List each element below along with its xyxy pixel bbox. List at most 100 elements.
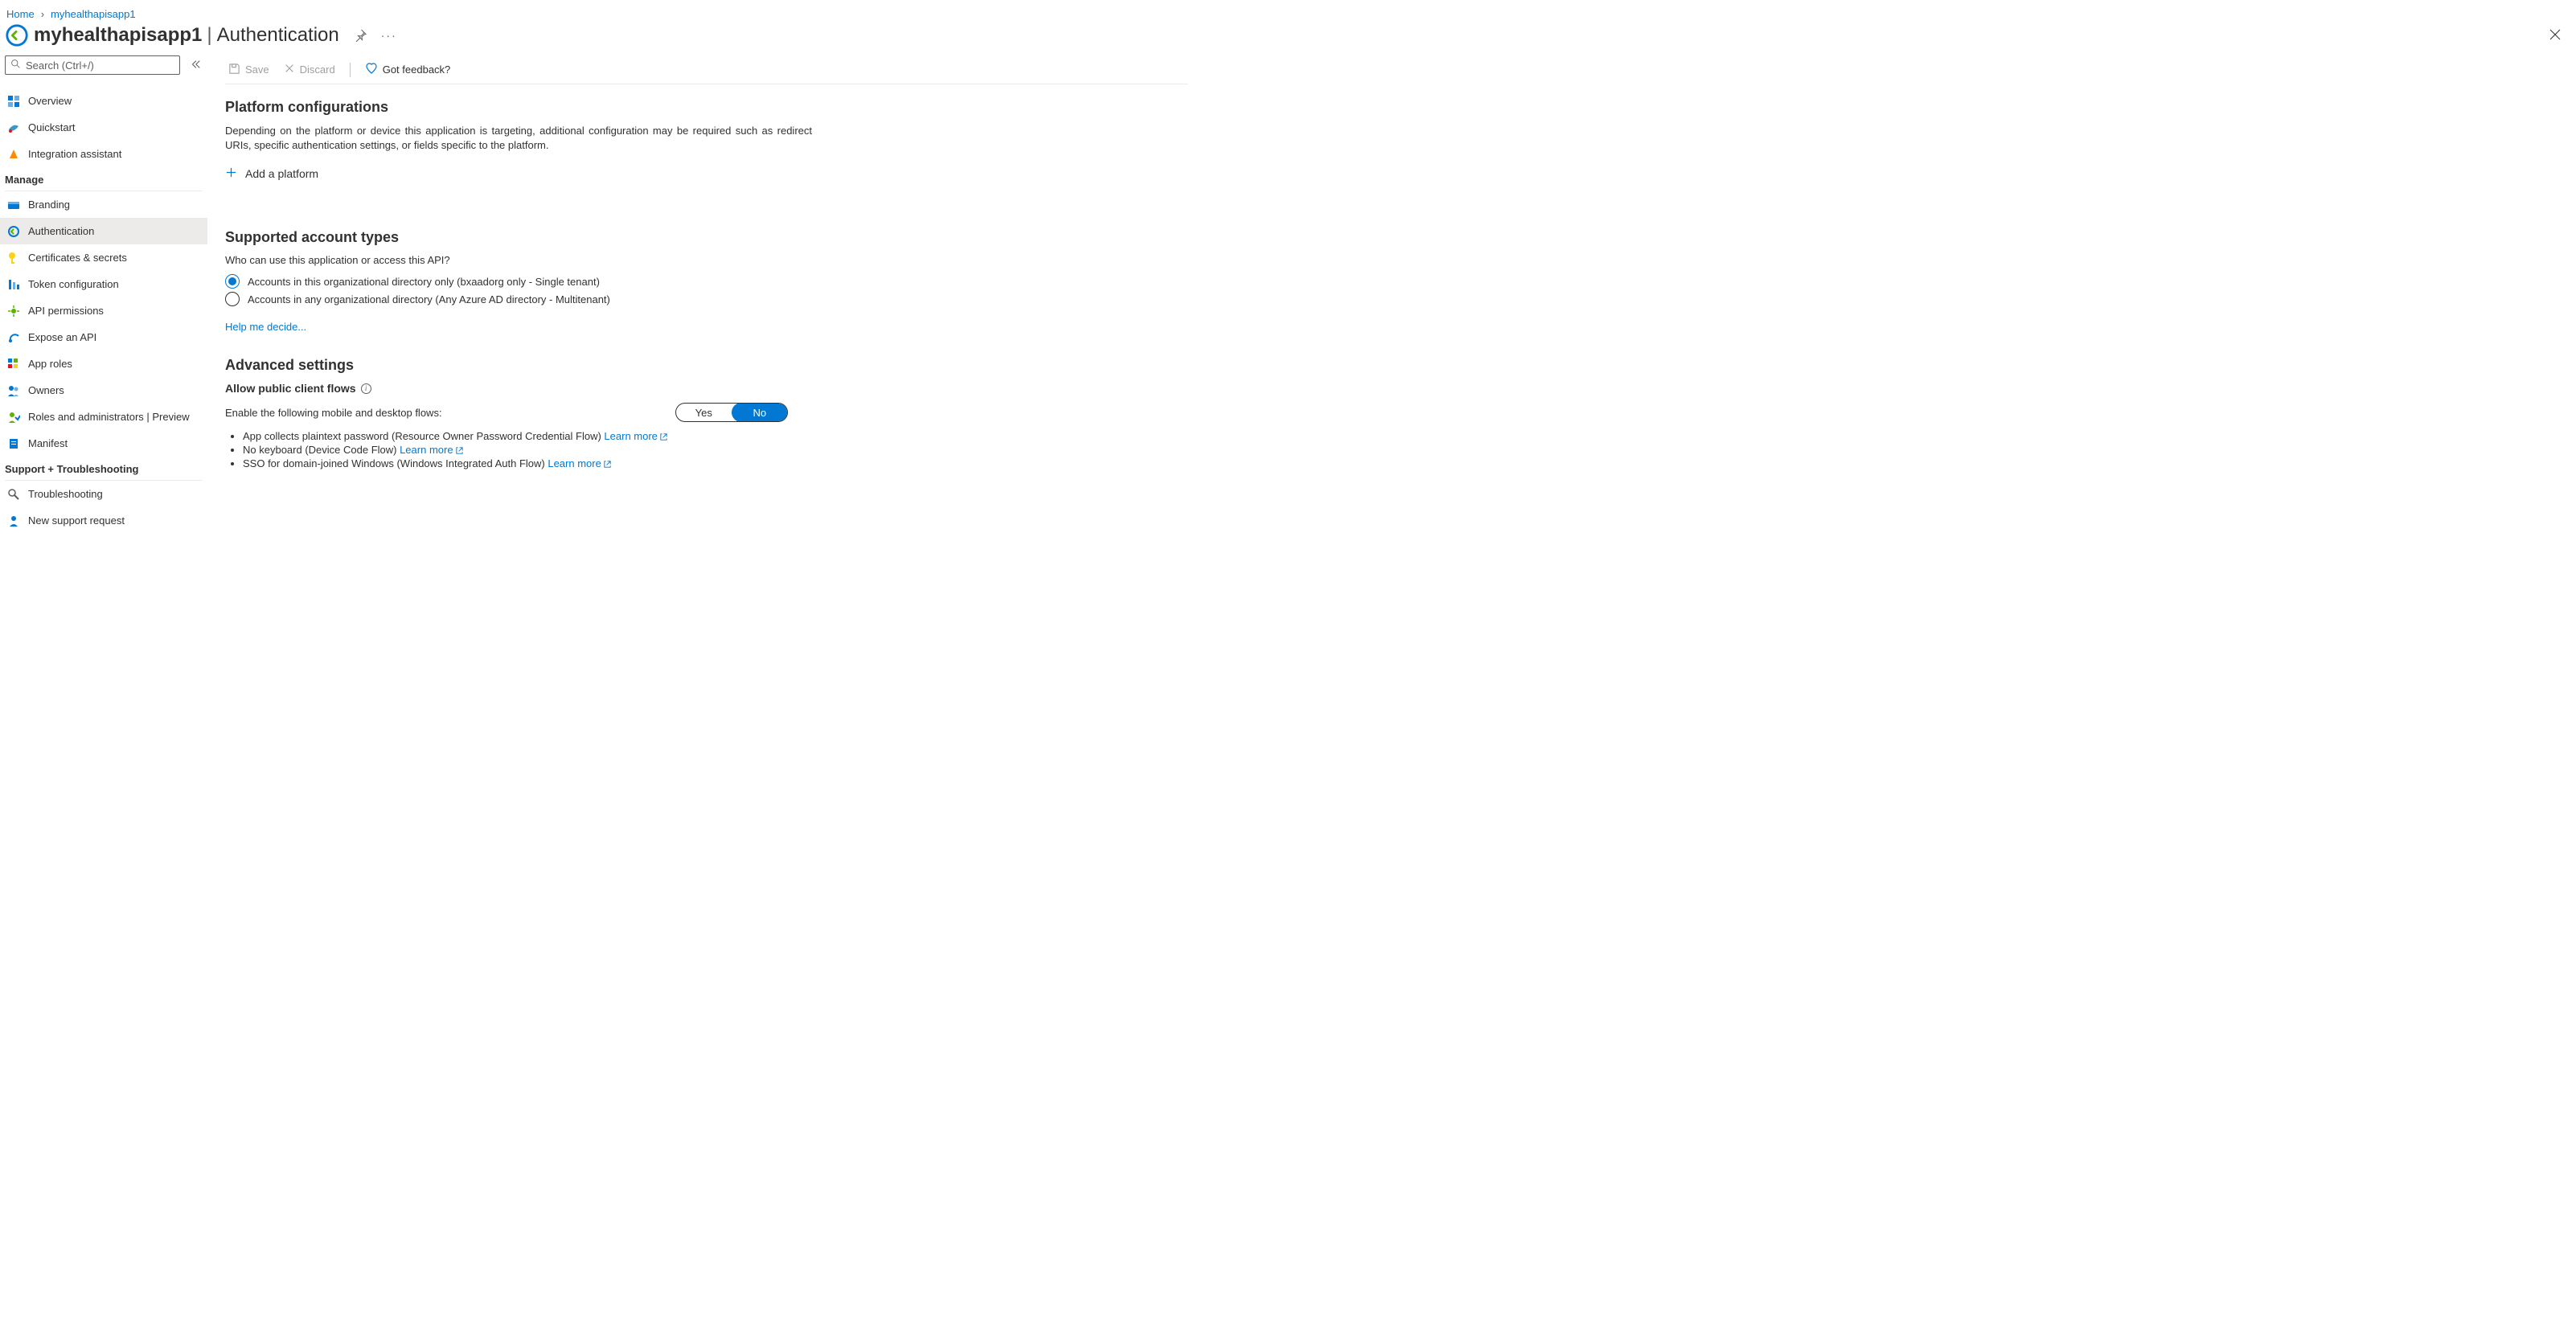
command-bar: Save Discard Got feedback? [225, 55, 1188, 84]
sidebar-item-integration-assistant[interactable]: Integration assistant [0, 141, 207, 167]
plus-icon [225, 166, 237, 181]
content: Save Discard Got feedback? Platform conf… [207, 55, 1204, 503]
sidebar-item-label: Expose an API [28, 331, 96, 343]
search-input-wrapper[interactable] [5, 55, 180, 75]
app-registration-icon [5, 23, 29, 47]
learn-more-link[interactable]: Learn more [548, 457, 611, 469]
pin-icon[interactable] [354, 29, 367, 42]
list-item: No keyboard (Device Code Flow) Learn mor… [243, 444, 1188, 456]
discard-icon [284, 63, 295, 76]
heading-advanced-settings: Advanced settings [225, 357, 1188, 374]
page-title: myhealthapisapp1 | Authentication [34, 24, 339, 47]
discard-button[interactable]: Discard [281, 59, 338, 80]
owners-icon [7, 384, 20, 397]
save-icon [228, 63, 240, 77]
manifest-icon [7, 437, 20, 450]
radio-icon [225, 292, 240, 306]
sidebar-group-support: Support + Troubleshooting [0, 457, 207, 480]
radio-label: Accounts in this organizational director… [248, 276, 600, 288]
radio-label: Accounts in any organizational directory… [248, 293, 610, 305]
sidebar-item-troubleshooting[interactable]: Troubleshooting [0, 481, 207, 507]
sidebar-item-label: Token configuration [28, 278, 119, 290]
sidebar-item-app-roles[interactable]: App roles [0, 350, 207, 377]
overview-icon [7, 95, 20, 108]
sidebar-item-overview[interactable]: Overview [0, 88, 207, 114]
sidebar-item-certificates-secrets[interactable]: Certificates & secrets [0, 244, 207, 271]
sidebar-group-manage: Manage [0, 167, 207, 191]
external-link-icon [455, 446, 464, 455]
search-input[interactable] [26, 59, 174, 72]
breadcrumb-home[interactable]: Home [6, 8, 35, 20]
certificates-icon [7, 252, 20, 264]
integration-assistant-icon [7, 148, 20, 161]
radio-multi-tenant[interactable]: Accounts in any organizational directory… [225, 292, 1188, 306]
info-icon[interactable]: i [361, 383, 371, 394]
learn-more-link[interactable]: Learn more [604, 430, 667, 442]
sidebar-item-label: Manifest [28, 437, 68, 449]
radio-icon [225, 274, 240, 289]
toggle-yes[interactable]: Yes [676, 404, 732, 421]
sidebar-item-label: API permissions [28, 305, 104, 317]
sidebar-item-label: App roles [28, 358, 72, 370]
sidebar-item-label: Branding [28, 199, 70, 211]
platform-description: Depending on the platform or device this… [225, 124, 812, 152]
list-item: SSO for domain-joined Windows (Windows I… [243, 457, 1188, 469]
sidebar-item-roles-administrators[interactable]: Roles and administrators | Preview [0, 404, 207, 430]
search-icon [10, 59, 21, 72]
list-item: App collects plaintext password (Resourc… [243, 430, 1188, 442]
breadcrumb-app[interactable]: myhealthapisapp1 [51, 8, 136, 20]
heading-platform-configurations: Platform configurations [225, 99, 1188, 116]
heading-supported-account-types: Supported account types [225, 229, 1188, 246]
sidebar-item-branding[interactable]: Branding [0, 191, 207, 218]
radio-single-tenant[interactable]: Accounts in this organizational director… [225, 274, 1188, 289]
sidebar-item-manifest[interactable]: Manifest [0, 430, 207, 457]
breadcrumb: Home › myhealthapisapp1 [0, 0, 2576, 23]
sidebar-item-authentication[interactable]: Authentication [0, 218, 207, 244]
authentication-icon [7, 225, 20, 238]
troubleshooting-icon [7, 488, 20, 501]
heart-icon [365, 62, 378, 77]
sidebar-item-label: Quickstart [28, 121, 76, 133]
save-button[interactable]: Save [225, 59, 273, 80]
sidebar-item-label: Integration assistant [28, 148, 121, 160]
sidebar-item-label: Owners [28, 384, 64, 396]
branding-icon [7, 199, 20, 211]
public-client-flows-toggle[interactable]: Yes No [675, 403, 788, 422]
sidebar-item-label: Roles and administrators | Preview [28, 411, 190, 423]
sidebar-item-owners[interactable]: Owners [0, 377, 207, 404]
divider [350, 63, 351, 77]
more-icon[interactable]: ··· [381, 29, 397, 42]
collapse-sidebar-icon[interactable] [188, 57, 203, 74]
close-icon[interactable] [2549, 28, 2562, 41]
sidebar-item-label: Certificates & secrets [28, 252, 127, 264]
toggle-no[interactable]: No [732, 403, 789, 422]
help-me-decide-link[interactable]: Help me decide... [225, 321, 306, 333]
sidebar-item-label: Troubleshooting [28, 488, 103, 500]
support-request-icon [7, 514, 20, 527]
sidebar-item-label: New support request [28, 514, 125, 527]
external-link-icon [659, 432, 668, 441]
expose-api-icon [7, 331, 20, 344]
app-roles-icon [7, 358, 20, 371]
add-platform-button[interactable]: Add a platform [225, 163, 318, 184]
enable-flows-label: Enable the following mobile and desktop … [225, 407, 442, 419]
chevron-right-icon: › [41, 8, 44, 20]
sidebar-item-new-support-request[interactable]: New support request [0, 507, 207, 534]
sidebar-item-expose-an-api[interactable]: Expose an API [0, 324, 207, 350]
learn-more-link[interactable]: Learn more [400, 444, 463, 456]
flows-list: App collects plaintext password (Resourc… [243, 430, 1188, 469]
token-icon [7, 278, 20, 291]
heading-allow-public-client-flows: Allow public client flows i [225, 382, 1188, 395]
sidebar-item-token-configuration[interactable]: Token configuration [0, 271, 207, 297]
sidebar-item-api-permissions[interactable]: API permissions [0, 297, 207, 324]
sidebar-item-quickstart[interactable]: Quickstart [0, 114, 207, 141]
sidebar-item-label: Authentication [28, 225, 94, 237]
external-link-icon [603, 460, 612, 469]
page-header: myhealthapisapp1 | Authentication ··· [0, 23, 2576, 55]
feedback-button[interactable]: Got feedback? [362, 59, 454, 80]
api-permissions-icon [7, 305, 20, 318]
quickstart-icon [7, 121, 20, 134]
sidebar-item-label: Overview [28, 95, 72, 107]
sidebar: Overview Quickstart Integration assistan… [0, 55, 207, 550]
roles-icon [7, 411, 20, 424]
